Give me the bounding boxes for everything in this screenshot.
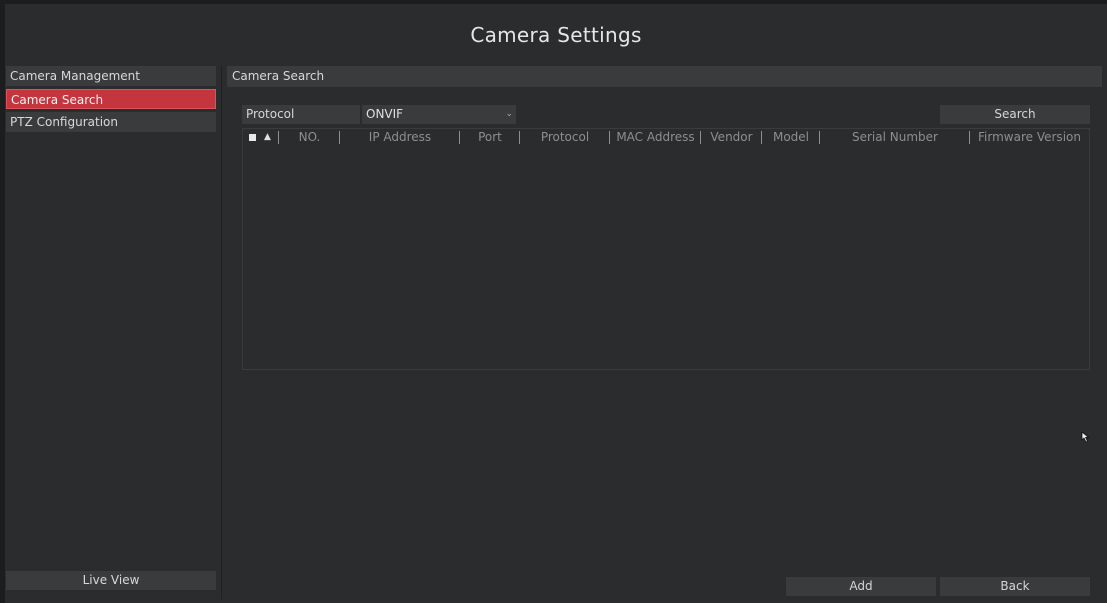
- column-header-mac-address[interactable]: MAC Address: [610, 129, 701, 146]
- caret-up-icon[interactable]: ▲: [264, 129, 271, 146]
- protocol-label: Protocol: [242, 105, 360, 124]
- select-all-cell: ▲: [243, 129, 279, 146]
- column-header-firmware-version[interactable]: Firmware Version: [970, 129, 1089, 146]
- column-header-vendor[interactable]: Vendor: [701, 129, 762, 146]
- camera-search-table: ▲ NO. IP Address Port Protocol MAC Addre…: [242, 128, 1090, 370]
- sidebar: Camera Management Camera Search PTZ Conf…: [6, 66, 216, 135]
- live-view-button[interactable]: Live View: [6, 571, 216, 590]
- column-header-no[interactable]: NO.: [279, 129, 340, 146]
- title-bar: Camera Settings: [5, 4, 1107, 66]
- sidebar-item-camera-search[interactable]: Camera Search: [6, 89, 216, 109]
- window-title: Camera Settings: [470, 23, 642, 47]
- column-header-protocol[interactable]: Protocol: [520, 129, 610, 146]
- sidebar-item-ptz-configuration[interactable]: PTZ Configuration: [6, 112, 216, 132]
- column-header-model[interactable]: Model: [762, 129, 820, 146]
- protocol-select[interactable]: ONVIF ⌄: [362, 105, 516, 124]
- add-button[interactable]: Add: [786, 577, 936, 596]
- column-header-ip-address[interactable]: IP Address: [340, 129, 460, 146]
- mouse-pointer-icon: [1081, 428, 1091, 447]
- panel-divider: [221, 66, 222, 599]
- column-header-port[interactable]: Port: [460, 129, 520, 146]
- sidebar-item-camera-management[interactable]: Camera Management: [6, 66, 216, 86]
- table-header: ▲ NO. IP Address Port Protocol MAC Addre…: [243, 129, 1089, 146]
- select-all-checkbox[interactable]: [249, 134, 256, 141]
- search-button[interactable]: Search: [940, 105, 1090, 124]
- sidebar-item-label: PTZ Configuration: [10, 115, 118, 129]
- sidebar-item-label: Camera Search: [11, 93, 104, 107]
- column-header-serial-number[interactable]: Serial Number: [820, 129, 970, 146]
- sidebar-item-label: Camera Management: [10, 69, 140, 83]
- section-title: Camera Search: [227, 66, 1102, 87]
- chevron-down-icon: ⌄: [505, 109, 513, 119]
- back-button[interactable]: Back: [940, 577, 1090, 596]
- protocol-select-value: ONVIF: [366, 107, 404, 121]
